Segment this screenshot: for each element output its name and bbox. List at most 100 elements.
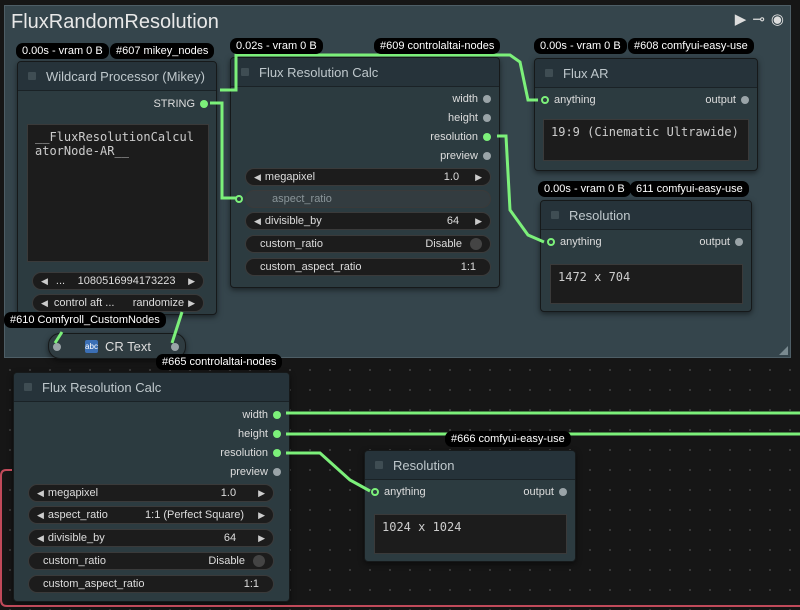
node-timing-badge: 0.02s - vram 0 B: [230, 38, 323, 54]
display-text-area[interactable]: 1472 x 704: [550, 264, 743, 304]
input-slot[interactable]: [547, 238, 555, 246]
output-slot[interactable]: [273, 430, 281, 438]
aspect-ratio-input-slot[interactable]: [235, 195, 243, 203]
output-resolution[interactable]: resolution: [430, 131, 491, 143]
input-slot[interactable]: [541, 96, 549, 104]
output-width[interactable]: width: [242, 409, 281, 421]
wildcard-processor-node[interactable]: Wildcard Processor (Mikey) STRING __Flux…: [17, 61, 217, 315]
node-title: Flux Resolution Calc: [259, 65, 379, 80]
aspect-ratio-widget[interactable]: ◀ aspect_ratio 1:1 (Perfect Square) ▶: [28, 506, 274, 524]
custom-ratio-toggle[interactable]: custom_ratio Disable: [28, 552, 274, 570]
custom-aspect-ratio-widget[interactable]: custom_aspect_ratio 1:1: [245, 258, 491, 276]
widget-label: custom_ratio: [260, 238, 323, 250]
toggle-knob[interactable]: [253, 555, 265, 567]
collapse-toggle[interactable]: [545, 69, 553, 77]
megapixel-widget[interactable]: ◀ megapixel 1.0 ▶: [245, 168, 491, 186]
node-header[interactable]: Resolution: [365, 451, 575, 480]
node-timing-badge: 0.00s - vram 0 B: [534, 38, 627, 54]
decrement-arrow-icon[interactable]: ◀: [37, 488, 44, 499]
decrement-arrow-icon[interactable]: ◀: [254, 172, 261, 183]
collapse-toggle[interactable]: [24, 383, 32, 391]
increment-arrow-icon[interactable]: ▶: [188, 276, 195, 287]
flux-resolution-calc-node[interactable]: Flux Resolution Calc width height resolu…: [13, 372, 290, 602]
decrement-arrow-icon[interactable]: ◀: [41, 298, 48, 309]
output-slot[interactable]: [171, 343, 179, 351]
node-id-badge: #608 comfyui-easy-use: [628, 38, 754, 54]
link-icon[interactable]: ⊸: [752, 10, 765, 28]
eye-icon[interactable]: ◉: [771, 10, 784, 28]
seed-widget[interactable]: ◀ ... 1080516994173223 ▶: [32, 272, 204, 290]
output-output[interactable]: output: [705, 94, 749, 106]
resolution-display-node[interactable]: Resolution anything output 1472 x 704: [540, 200, 752, 312]
output-slot[interactable]: [273, 468, 281, 476]
collapse-toggle[interactable]: [241, 68, 249, 76]
output-slot[interactable]: [273, 411, 281, 419]
divisible-by-widget[interactable]: ◀ divisible_by 64 ▶: [28, 529, 274, 547]
collapse-toggle[interactable]: [28, 72, 36, 80]
decrement-arrow-icon[interactable]: ◀: [41, 276, 48, 287]
decrement-arrow-icon[interactable]: ◀: [37, 510, 44, 521]
output-label: output: [699, 236, 730, 248]
input-slot[interactable]: [53, 343, 61, 351]
output-width[interactable]: width: [452, 93, 491, 105]
widget-value: 64: [223, 532, 237, 544]
widget-value: 1.0: [220, 487, 237, 499]
increment-arrow-icon[interactable]: ▶: [475, 216, 482, 227]
output-slot[interactable]: [483, 95, 491, 103]
display-text-area[interactable]: 1024 x 1024: [374, 514, 567, 554]
node-header[interactable]: Resolution: [541, 201, 751, 230]
control-after-generate-widget[interactable]: ◀ control aft ... randomize ▶: [32, 294, 204, 312]
output-slot[interactable]: [273, 449, 281, 457]
increment-arrow-icon[interactable]: ▶: [258, 488, 265, 499]
widget-label: divisible_by: [47, 532, 105, 544]
custom-aspect-ratio-widget[interactable]: custom_aspect_ratio 1:1: [28, 575, 274, 593]
node-header[interactable]: Flux Resolution Calc: [231, 58, 499, 87]
output-output[interactable]: output: [699, 236, 743, 248]
node-header[interactable]: Flux AR: [535, 59, 757, 88]
node-header[interactable]: Wildcard Processor (Mikey): [18, 62, 216, 91]
output-preview[interactable]: preview: [230, 466, 281, 478]
collapse-toggle[interactable]: [375, 461, 383, 469]
output-string[interactable]: STRING: [153, 98, 208, 110]
aspect-ratio-widget-converted[interactable]: aspect_ratio: [245, 190, 491, 208]
node-header[interactable]: Flux Resolution Calc: [14, 373, 289, 402]
resolution-display-node[interactable]: Resolution anything output 1024 x 1024: [364, 450, 576, 562]
output-height[interactable]: height: [238, 428, 281, 440]
divisible-by-widget[interactable]: ◀ divisible_by 64 ▶: [245, 212, 491, 230]
output-preview[interactable]: preview: [440, 150, 491, 162]
output-slot[interactable]: [483, 133, 491, 141]
toggle-knob[interactable]: [470, 238, 482, 250]
output-output[interactable]: output: [523, 486, 567, 498]
group-resize-handle[interactable]: [779, 346, 788, 355]
increment-arrow-icon[interactable]: ▶: [188, 298, 195, 309]
output-label: resolution: [430, 131, 478, 143]
output-slot[interactable]: [559, 488, 567, 496]
output-resolution[interactable]: resolution: [220, 447, 281, 459]
output-slot[interactable]: [741, 96, 749, 104]
node-id-badge: #607 mikey_nodes: [110, 43, 215, 59]
output-label: preview: [230, 466, 268, 478]
flux-ar-node[interactable]: Flux AR anything output 19:9 (Cinematic …: [534, 58, 758, 171]
input-anything[interactable]: anything: [371, 486, 426, 498]
display-text-area[interactable]: 19:9 (Cinematic Ultrawide): [543, 119, 749, 161]
increment-arrow-icon[interactable]: ▶: [475, 172, 482, 183]
megapixel-widget[interactable]: ◀ megapixel 1.0 ▶: [28, 484, 274, 502]
wildcard-text-area[interactable]: __FluxResolutionCalculatorNode-AR__: [27, 124, 209, 262]
output-slot[interactable]: [483, 152, 491, 160]
input-slot[interactable]: [371, 488, 379, 496]
play-icon[interactable]: ▶: [735, 10, 747, 28]
increment-arrow-icon[interactable]: ▶: [258, 510, 265, 521]
increment-arrow-icon[interactable]: ▶: [258, 533, 265, 544]
input-anything[interactable]: anything: [547, 236, 602, 248]
output-slot[interactable]: [735, 238, 743, 246]
decrement-arrow-icon[interactable]: ◀: [37, 533, 44, 544]
decrement-arrow-icon[interactable]: ◀: [254, 216, 261, 227]
widget-label: custom_aspect_ratio: [260, 261, 362, 273]
flux-resolution-calc-node[interactable]: Flux Resolution Calc width height resolu…: [230, 57, 500, 288]
collapse-toggle[interactable]: [551, 211, 559, 219]
output-slot[interactable]: [483, 114, 491, 122]
output-height[interactable]: height: [448, 112, 491, 124]
output-slot[interactable]: [200, 100, 208, 108]
input-anything[interactable]: anything: [541, 94, 596, 106]
custom-ratio-toggle[interactable]: custom_ratio Disable: [245, 235, 491, 253]
